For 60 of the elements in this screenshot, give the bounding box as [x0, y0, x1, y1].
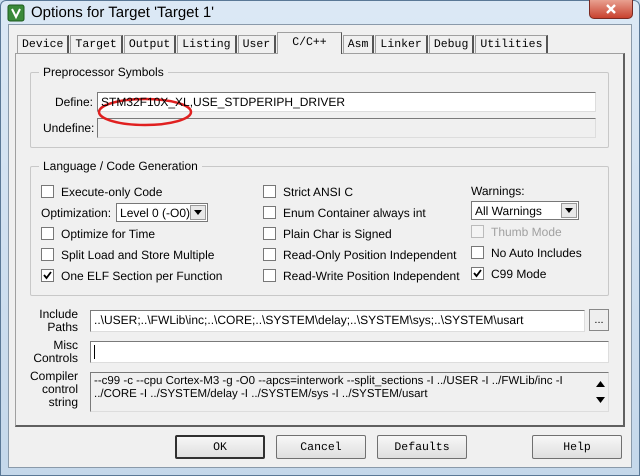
checkbox[interactable] — [263, 269, 276, 282]
field-label: Include Paths — [38, 308, 78, 334]
group-title: Preprocessor Symbols — [39, 65, 168, 79]
window-title: Options for Target 'Target 1' — [31, 4, 216, 21]
checkbox-label: Plain Char is Signed — [283, 226, 392, 240]
field-label: Warnings: — [471, 184, 525, 198]
dropdown[interactable]: Level 0 (-O0) — [116, 203, 208, 222]
checkbox[interactable] — [263, 227, 276, 240]
tab[interactable]: Utilities — [475, 35, 548, 53]
field-label: Undefine: — [43, 121, 93, 135]
checkbox[interactable] — [471, 267, 484, 280]
tab[interactable]: Debug — [428, 35, 474, 53]
field-label: Optimization: — [41, 206, 112, 220]
checkbox[interactable] — [263, 185, 276, 198]
checkbox-label: Strict ANSI C — [283, 184, 354, 198]
checkbox[interactable] — [41, 227, 54, 240]
checkbox[interactable] — [471, 246, 484, 259]
checkbox-label: Thumb Mode — [491, 224, 562, 238]
checkbox[interactable] — [41, 269, 54, 282]
checkbox-label: Execute-only Code — [61, 184, 162, 198]
close-button[interactable] — [589, 0, 633, 18]
checkbox-label: One ELF Section per Function — [61, 268, 222, 282]
scroll-up-icon[interactable] — [596, 381, 604, 387]
checkbox[interactable] — [41, 248, 54, 261]
compiler-string: --c99 -c --cpu Cortex-M3 -g -O0 --apcs=interwork --split_sections -I ../USER -I ../FWLib/inc -I ../CORE -I ../SYSTEM/delay -I ../SYSTEM/sys -I ../SYSTEM/usart — [94, 375, 564, 401]
input-field[interactable] — [90, 341, 609, 363]
checkbox-label: Split Load and Store Multiple — [61, 248, 214, 262]
field-label: Define: — [54, 95, 93, 109]
tab[interactable]: Listing — [177, 35, 237, 53]
checkbox-label: No Auto Includes — [491, 246, 582, 260]
dialog-button[interactable]: OK — [175, 435, 265, 459]
dialog-button[interactable]: Defaults — [377, 435, 467, 459]
close-icon — [605, 4, 617, 14]
tab[interactable]: C/C++ — [277, 32, 342, 54]
browse-button[interactable]: ... — [589, 309, 609, 331]
tab[interactable]: Output — [124, 35, 176, 53]
caret-icon — [194, 210, 202, 215]
field-label: Misc Controls — [32, 339, 78, 365]
input-field[interactable]: ..\USER;..\FWLib\inc;..\CORE;..\SYSTEM\delay;..\SYSTEM\sys;..\SYSTEM\usart — [90, 310, 585, 332]
checkbox-label: Read-Write Position Independent — [283, 268, 460, 282]
dropdown[interactable]: All Warnings — [471, 201, 579, 220]
checkbox[interactable] — [41, 185, 54, 198]
checkbox-label: Optimize for Time — [61, 226, 156, 240]
scroll-down-icon[interactable] — [596, 397, 604, 403]
tab[interactable]: Target — [70, 35, 123, 53]
checkbox[interactable] — [263, 248, 276, 261]
app-icon — [7, 4, 25, 22]
checkbox-label: C99 Mode — [491, 266, 546, 280]
tab[interactable]: Device — [17, 35, 70, 53]
checkbox-label: Read-Only Position Independent — [283, 248, 456, 262]
dialog-button[interactable]: Cancel — [276, 435, 366, 459]
tab[interactable]: Linker — [375, 35, 428, 53]
tab[interactable]: User — [238, 35, 276, 53]
tab[interactable]: Asm — [342, 35, 374, 53]
checkbox-label: Enum Container always int — [283, 206, 426, 220]
caret-icon — [565, 208, 573, 213]
checkbox[interactable] — [263, 206, 276, 219]
group-title: Language / Code Generation — [39, 159, 202, 173]
field-label: Compiler control string — [28, 370, 78, 409]
dialog-button[interactable]: Help — [532, 435, 622, 459]
